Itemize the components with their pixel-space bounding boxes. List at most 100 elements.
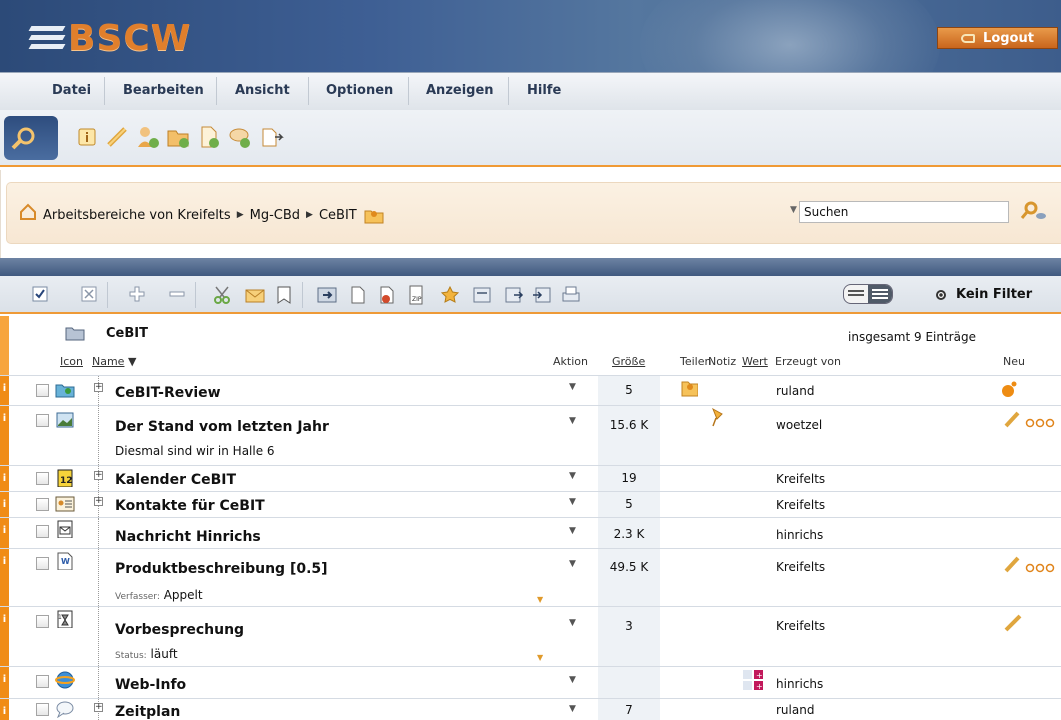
info-icon[interactable]: i xyxy=(0,667,9,698)
zip-archive-icon[interactable]: ZIP xyxy=(406,285,426,305)
collapse-all-icon[interactable] xyxy=(169,286,189,306)
move-icon[interactable] xyxy=(317,285,337,305)
table-row[interactable]: i Web-Info ▼ + + hinrichs xyxy=(0,666,1061,698)
more-info-toggle-icon[interactable]: ▼ xyxy=(537,653,543,662)
search-input[interactable] xyxy=(799,201,1009,223)
note-pin-icon[interactable] xyxy=(710,408,724,428)
info-icon[interactable]: i xyxy=(0,518,9,548)
action-dropdown-icon[interactable]: ▼ xyxy=(569,497,576,507)
col-icon[interactable]: Icon xyxy=(60,355,83,368)
expand-icon[interactable]: + xyxy=(94,497,103,506)
action-dropdown-icon[interactable]: ▼ xyxy=(569,382,576,392)
breadcrumb-item-workspaces[interactable]: Arbeitsbereiche von Kreifelts xyxy=(43,208,231,223)
action-dropdown-icon[interactable]: ▼ xyxy=(569,526,576,536)
info-icon[interactable]: i xyxy=(0,492,9,517)
detail-view-icon[interactable] xyxy=(868,285,892,303)
expand-icon[interactable]: + xyxy=(94,383,103,392)
delete-icon[interactable] xyxy=(376,285,396,305)
word-document-icon[interactable]: W xyxy=(55,552,75,570)
info-icon[interactable]: i xyxy=(0,406,9,465)
info-icon[interactable]: i xyxy=(0,466,9,491)
row-checkbox[interactable] xyxy=(36,703,49,716)
shared-folder-icon[interactable] xyxy=(55,381,75,399)
more-info-toggle-icon[interactable]: ▼ xyxy=(537,595,543,604)
move-document-icon[interactable] xyxy=(260,125,284,149)
table-row[interactable]: i + CeBIT-Review ▼ 5 ruland xyxy=(0,375,1061,405)
cut-icon[interactable] xyxy=(212,285,232,305)
menu-bearbeiten[interactable]: Bearbeiten xyxy=(123,83,204,98)
entry-name[interactable]: Nachricht Hinrichs xyxy=(115,529,261,545)
row-checkbox[interactable] xyxy=(36,525,49,538)
search-people-button[interactable] xyxy=(4,116,58,160)
menu-datei[interactable]: Datei xyxy=(52,83,91,98)
import-icon[interactable] xyxy=(532,285,552,305)
table-row[interactable]: i Der Stand vom letzten Jahr Diesmal sin… xyxy=(0,405,1061,465)
row-checkbox[interactable] xyxy=(36,472,49,485)
row-checkbox[interactable] xyxy=(36,615,49,628)
row-checkbox[interactable] xyxy=(36,414,49,427)
entry-name[interactable]: Der Stand vom letzten Jahr xyxy=(115,419,329,435)
row-checkbox[interactable] xyxy=(36,557,49,570)
image-file-icon[interactable] xyxy=(55,411,75,429)
view-mode-toggle[interactable] xyxy=(843,284,893,304)
entry-owner[interactable]: Kreifelts xyxy=(776,498,825,512)
row-checkbox[interactable] xyxy=(36,675,49,688)
action-dropdown-icon[interactable]: ▼ xyxy=(569,618,576,628)
entry-owner[interactable]: ruland xyxy=(776,703,814,717)
expand-all-icon[interactable] xyxy=(129,286,149,306)
table-row[interactable]: i + Kontakte für CeBIT ▼ 5 Kreifelts xyxy=(0,491,1061,517)
breadcrumb-item-mgcbd[interactable]: Mg-CBd xyxy=(250,208,300,223)
entry-owner[interactable]: hinrichs xyxy=(776,528,823,542)
bookmark-icon[interactable] xyxy=(274,285,294,305)
info-icon[interactable]: i xyxy=(0,549,9,606)
filter-radio-icon[interactable] xyxy=(936,289,946,300)
filter-option[interactable]: Kein Filter xyxy=(936,287,1032,302)
copy-icon[interactable] xyxy=(347,285,367,305)
new-folder-icon[interactable] xyxy=(166,125,190,149)
search-key-icon[interactable] xyxy=(1019,198,1049,224)
entry-owner[interactable]: Kreifelts xyxy=(776,560,825,574)
send-mail-icon[interactable] xyxy=(245,285,265,305)
table-row[interactable]: i W Produktbeschreibung [0.5] Verfasser:… xyxy=(0,548,1061,606)
action-dropdown-icon[interactable]: ▼ xyxy=(569,559,576,569)
col-name[interactable]: Name xyxy=(92,355,124,368)
breadcrumb-item-cebit[interactable]: CeBIT xyxy=(319,208,357,223)
calendar-icon[interactable]: 12 xyxy=(55,469,75,487)
menu-hilfe[interactable]: Hilfe xyxy=(527,83,561,98)
entry-owner[interactable]: Kreifelts xyxy=(776,619,825,633)
appointment-icon[interactable]: 1 xyxy=(55,610,75,628)
entry-owner[interactable]: Kreifelts xyxy=(776,472,825,486)
table-row[interactable]: i 1 Vorbesprechung Status: läuft ▼ ▼ 3 K… xyxy=(0,606,1061,666)
menu-ansicht[interactable]: Ansicht xyxy=(235,83,290,98)
info-icon[interactable] xyxy=(78,128,96,146)
expand-icon[interactable]: + xyxy=(94,703,103,712)
action-dropdown-icon[interactable]: ▼ xyxy=(569,675,576,685)
row-checkbox[interactable] xyxy=(36,498,49,511)
deselect-all-icon[interactable] xyxy=(81,286,101,306)
shared-members-icon[interactable] xyxy=(680,378,698,398)
action-dropdown-icon[interactable]: ▼ xyxy=(569,471,576,481)
col-value[interactable]: Wert xyxy=(742,355,768,368)
edit-pencil-icon[interactable] xyxy=(105,125,129,149)
entry-name[interactable]: Vorbesprechung xyxy=(115,622,244,638)
expand-icon[interactable]: + xyxy=(94,471,103,480)
table-row[interactable]: i 12 + Kalender CeBIT ▼ 19 Kreifelts xyxy=(0,465,1061,491)
info-icon[interactable]: i xyxy=(0,607,9,666)
web-link-icon[interactable] xyxy=(55,671,75,689)
col-name-wrap[interactable]: Name ▼ xyxy=(92,355,136,368)
logout-button[interactable]: Logout xyxy=(937,27,1058,49)
rating-value-icon[interactable]: ++ xyxy=(742,669,765,691)
table-row[interactable]: i Nachricht Hinrichs ▼ 2.3 K hinrichs xyxy=(0,517,1061,548)
entry-owner[interactable]: woetzel xyxy=(776,418,822,432)
entry-name[interactable]: CeBIT-Review xyxy=(115,385,221,401)
entry-name[interactable]: Kontakte für CeBIT xyxy=(115,498,265,514)
entry-owner[interactable]: hinrichs xyxy=(776,677,823,691)
rate-icon[interactable] xyxy=(440,285,460,305)
new-discussion-icon[interactable] xyxy=(228,125,252,149)
row-checkbox[interactable] xyxy=(36,384,49,397)
message-icon[interactable] xyxy=(55,520,75,538)
entry-name[interactable]: Kalender CeBIT xyxy=(115,472,236,488)
menu-anzeigen[interactable]: Anzeigen xyxy=(426,83,494,98)
action-dropdown-icon[interactable]: ▼ xyxy=(569,704,576,714)
home-icon[interactable] xyxy=(19,203,37,221)
